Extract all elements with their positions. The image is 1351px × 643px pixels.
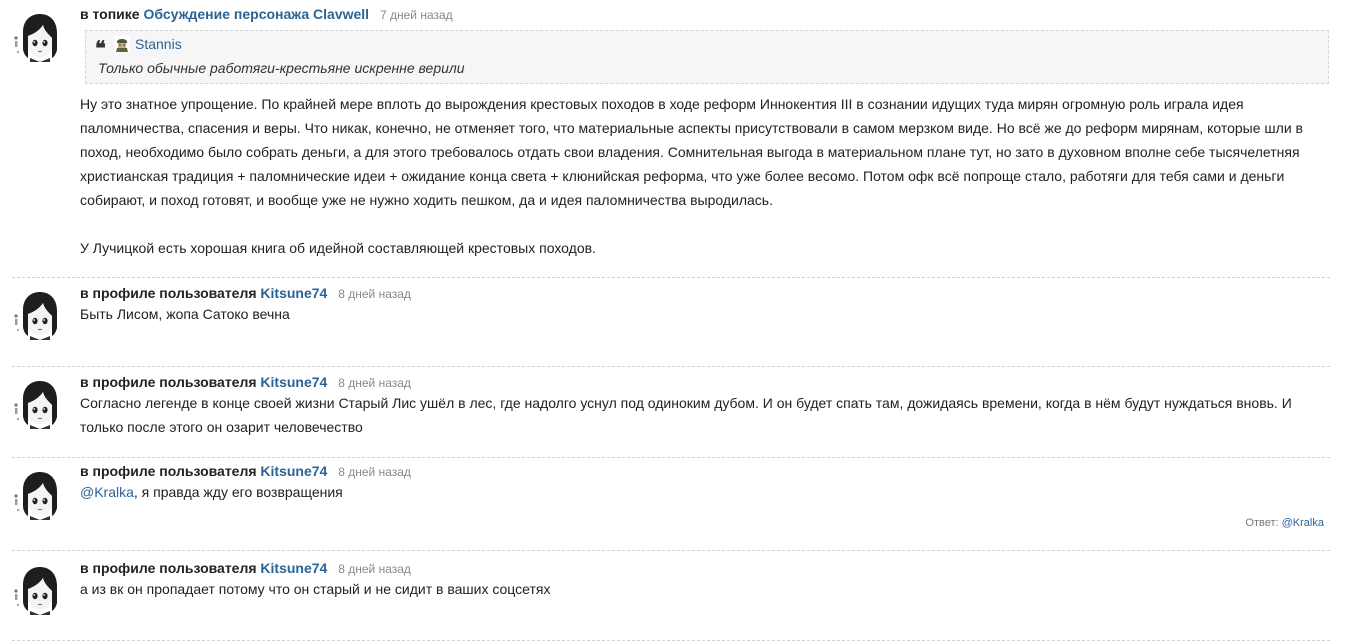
comment-prefix: в профиле пользователя <box>80 374 257 390</box>
comment-header: в профиле пользователя Kitsune74 8 дней … <box>80 463 1331 480</box>
quote-block: ❝ Stannis Только обычные работяги-кресть… <box>85 30 1329 84</box>
quote-text: Только обычные работяги-крестьяне искрен… <box>98 60 465 76</box>
comment-time[interactable]: 8 дней назад <box>338 376 411 390</box>
topic-link[interactable]: Обсуждение персонажа Clavwell <box>143 6 369 22</box>
comment-header: в профиле пользователя Kitsune74 8 дней … <box>80 560 1331 577</box>
comment-text: Ну это знатное упрощение. По крайней мер… <box>80 92 1330 260</box>
avatar-icon[interactable] <box>12 288 64 340</box>
comment-text: Согласно легенде в конце своей жизни Ста… <box>80 395 1292 435</box>
avatar-icon[interactable] <box>12 563 64 615</box>
comment-prefix: в профиле пользователя <box>80 285 257 301</box>
reply-info: Ответ: @Kralka <box>1245 517 1324 529</box>
comment-header: в топике Обсуждение персонажа Clavwell 7… <box>80 6 1331 23</box>
comment-item: в профиле пользователя Kitsune74 8 дней … <box>0 367 1351 457</box>
comment-prefix: в топике <box>80 6 140 22</box>
comment-time[interactable]: 8 дней назад <box>338 562 411 576</box>
avatar-icon[interactable] <box>12 377 64 429</box>
quote-mark-icon: ❝ <box>95 36 106 60</box>
comment-item: в профиле пользователя Kitsune74 8 дней … <box>0 551 1351 643</box>
user-link[interactable]: Kitsune74 <box>260 285 327 301</box>
reply-label: Ответ: <box>1245 517 1279 529</box>
comment-prefix: в профиле пользователя <box>80 560 257 576</box>
avatar-icon[interactable] <box>12 10 64 62</box>
quote-author-link[interactable]: Stannis <box>135 36 182 52</box>
comment-paragraph: Ну это знатное упрощение. По крайней мер… <box>80 96 1303 208</box>
comment-paragraph: У Лучицкой есть хорошая книга об идейной… <box>80 240 596 256</box>
user-link[interactable]: Kitsune74 <box>260 560 327 576</box>
comment-time[interactable]: 8 дней назад <box>338 465 411 479</box>
comment-item: в топике Обсуждение персонажа Clavwell 7… <box>0 0 1351 276</box>
comment-header: в профиле пользователя Kitsune74 8 дней … <box>80 285 1331 302</box>
comment-text: Быть Лисом, жопа Сатоко вечна <box>80 306 290 322</box>
avatar-icon[interactable] <box>12 468 64 520</box>
comment-divider <box>12 640 1330 641</box>
comment-feed: в топике Обсуждение персонажа Clavwell 7… <box>0 0 1351 643</box>
reply-to-link[interactable]: @Kralka <box>1282 517 1324 529</box>
comment-text: @Kralka, я правда жду его возвращения <box>80 480 1331 504</box>
comment-text-body: , я правда жду его возвращения <box>133 484 343 500</box>
comment-time[interactable]: 7 дней назад <box>380 8 453 22</box>
comment-item: в профиле пользователя Kitsune74 8 дней … <box>0 278 1351 366</box>
soldier-avatar-icon[interactable] <box>114 36 130 52</box>
comment-header: в профиле пользователя Kitsune74 8 дней … <box>80 374 1331 391</box>
user-link[interactable]: Kitsune74 <box>260 374 327 390</box>
comment-item: в профиле пользователя Kitsune74 8 дней … <box>0 458 1351 552</box>
user-link[interactable]: Kitsune74 <box>260 463 327 479</box>
comment-text: а из вк он пропадает потому что он стары… <box>80 581 551 597</box>
comment-prefix: в профиле пользователя <box>80 463 257 479</box>
comment-time[interactable]: 8 дней назад <box>338 287 411 301</box>
mention-link[interactable]: @Kralka <box>80 484 134 500</box>
